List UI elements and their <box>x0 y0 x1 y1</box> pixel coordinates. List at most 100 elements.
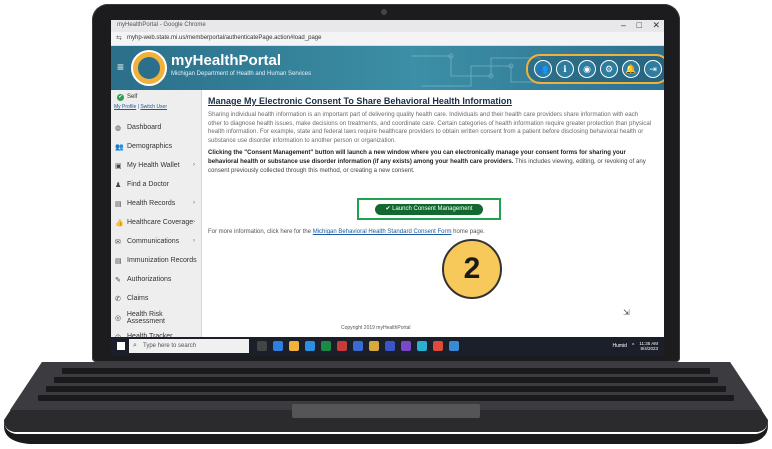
chevron-right-icon: › <box>193 219 195 225</box>
settings-icon[interactable]: ⚙ <box>600 60 618 78</box>
page-title: Manage My Electronic Consent To Share Be… <box>208 96 512 106</box>
sidebar-item-label: Health Records <box>127 200 176 207</box>
sidebar-item-communications[interactable]: ✉ Communications › <box>111 232 201 251</box>
my-profile-link[interactable]: My Profile <box>114 104 136 110</box>
sidebar-nav: ◍ Dashboard 👥 Demographics ▣ My Health Wallet… <box>111 118 201 346</box>
sidebar: ✔ Self My Profile | Switch User ◍ Dashboar… <box>111 90 202 341</box>
app-icon[interactable] <box>449 341 459 351</box>
browser-title-bar: myHealthPortal - Google Chrome – □ ✕ <box>111 20 664 32</box>
laptop-base <box>2 360 770 446</box>
taskbar-search[interactable]: ⌕ Type here to search <box>129 339 249 353</box>
file-explorer-icon[interactable] <box>369 341 379 351</box>
chevron-up-icon[interactable]: ^ <box>632 343 634 349</box>
menu-icon[interactable]: ≡ <box>117 60 124 74</box>
profile-links: My Profile | Switch User <box>114 104 167 110</box>
chevron-right-icon: › <box>193 162 195 168</box>
sidebar-item-label: Immunization Records <box>127 257 197 264</box>
sidebar-item-icon: ▣ <box>115 162 122 170</box>
sidebar-item-label: My Health Wallet <box>127 162 180 169</box>
people-icon[interactable]: 👥 <box>534 60 552 78</box>
sidebar-item-label: Health Risk Assessment <box>126 310 165 325</box>
sidebar-item-icon: ▤ <box>115 200 122 208</box>
close-button[interactable]: ✕ <box>652 20 660 30</box>
sidebar-item-authorizations[interactable]: ✎ Authorizations <box>111 270 201 289</box>
laptop-screen: myHealthPortal - Google Chrome – □ ✕ ⇆ m… <box>111 20 664 356</box>
globe-icon[interactable]: ◉ <box>578 60 596 78</box>
switch-user-link[interactable]: Switch User <box>140 104 167 110</box>
link-separator: | <box>137 104 139 110</box>
system-tray: Humid ^ 11:35 AM 8/4/2023 <box>613 341 659 351</box>
self-label: Self <box>127 94 138 100</box>
sidebar-item-health-risk-assessment[interactable]: ◎ Health Risk Assessment <box>111 308 201 327</box>
search-icon: ⌕ <box>133 342 137 349</box>
consent-form-link[interactable]: Michigan Behavioral Health Standard Cons… <box>313 229 452 235</box>
sidebar-item-label: Dashboard <box>127 124 162 131</box>
step-number-badge: 2 <box>442 239 502 299</box>
info-icon[interactable]: ℹ <box>556 60 574 78</box>
sidebar-item-label: Authorizations <box>127 276 172 283</box>
minimize-button[interactable]: – <box>621 20 626 30</box>
intro-paragraph: Sharing individual health information is… <box>208 111 652 144</box>
more-suffix: home page. <box>451 229 485 235</box>
sidebar-item-claims[interactable]: ✆ Claims <box>111 289 201 308</box>
sidebar-item-demographics[interactable]: 👥 Demographics <box>111 137 201 156</box>
edge-icon[interactable] <box>305 341 315 351</box>
windows-start-icon[interactable] <box>117 342 125 350</box>
app-icon[interactable] <box>401 341 411 351</box>
sidebar-item-my-health-wallet[interactable]: ▣ My Health Wallet › <box>111 156 201 175</box>
launch-consent-management-button[interactable]: ✔ Launch Consent Management <box>375 204 483 215</box>
sidebar-item-icon: ◎ <box>115 314 122 322</box>
chevron-right-icon: › <box>193 238 195 244</box>
clock[interactable]: 11:35 AM 8/4/2023 <box>639 341 658 351</box>
sidebar-item-icon: ◍ <box>115 124 122 132</box>
address-bar[interactable]: ⇆ myhp-web.state.mi.us/memberportal/auth… <box>111 32 664 46</box>
more-prefix: For more information, click here for the <box>208 229 313 235</box>
app-icon[interactable] <box>417 341 427 351</box>
current-user: ✔ Self <box>117 94 137 101</box>
sidebar-item-label: Healthcare Coverage <box>127 219 194 226</box>
sidebar-item-health-records[interactable]: ▤ Health Records › <box>111 194 201 213</box>
mouse-cursor-icon: ⇲ <box>623 308 630 317</box>
sidebar-item-label: Demographics <box>127 143 173 150</box>
copyright: Copyright 2019 myHealthPortal <box>341 325 411 331</box>
sidebar-item-label: Claims <box>127 295 149 302</box>
chrome-icon[interactable] <box>289 341 299 351</box>
sidebar-item-icon: ✆ <box>115 295 121 303</box>
logout-icon[interactable]: ⇥ <box>644 60 662 78</box>
app-icon[interactable] <box>385 341 395 351</box>
sidebar-item-icon: ♟ <box>115 181 122 189</box>
app-icon[interactable] <box>353 341 363 351</box>
taskbar-apps <box>257 341 459 351</box>
site-info-icon[interactable]: ⇆ <box>116 34 122 42</box>
sidebar-item-icon: ✎ <box>115 276 121 284</box>
sidebar-item-icon: ▤ <box>115 257 122 265</box>
chevron-right-icon: › <box>193 200 195 206</box>
maximize-button[interactable]: □ <box>637 20 642 30</box>
sidebar-item-icon: ✉ <box>115 238 121 246</box>
windows-taskbar: ⌕ Type here to search Humid ^ 11:35 AM 8/… <box>111 337 664 356</box>
sidebar-item-icon: 👥 <box>115 143 124 151</box>
weather-text[interactable]: Humid <box>613 343 627 349</box>
sidebar-item-icon: 👍 <box>115 219 124 227</box>
app-icon[interactable] <box>273 341 283 351</box>
taskbar-search-placeholder[interactable]: Type here to search <box>143 343 196 349</box>
sidebar-item-healthcare-coverage[interactable]: 👍 Healthcare Coverage › <box>111 213 201 232</box>
task-view-icon[interactable] <box>257 341 267 351</box>
sidebar-item-dashboard[interactable]: ◍ Dashboard <box>111 118 201 137</box>
app-icon[interactable] <box>321 341 331 351</box>
instruction-paragraph: Clicking the "Consent Management" button… <box>208 149 653 175</box>
circuit-decoration <box>411 53 541 87</box>
webcam <box>381 9 387 15</box>
app-icon[interactable] <box>433 341 443 351</box>
portal-logo <box>131 50 167 86</box>
brand-subtitle: Michigan Department of Health and Human … <box>171 71 312 77</box>
launch-highlight: ✔ Launch Consent Management <box>357 198 501 220</box>
app-icon[interactable] <box>337 341 347 351</box>
sidebar-item-find-a-doctor[interactable]: ♟ Find a Doctor <box>111 175 201 194</box>
bell-icon[interactable]: 🔔 <box>622 60 640 78</box>
window-title: myHealthPortal - Google Chrome <box>117 22 206 28</box>
url-text[interactable]: myhp-web.state.mi.us/memberportal/authen… <box>127 35 321 41</box>
sidebar-item-immunization-records[interactable]: ▤ Immunization Records <box>111 251 201 270</box>
portal-header: ≡ myHealthPortal Michigan Department of … <box>111 46 664 90</box>
sidebar-item-label: Find a Doctor <box>127 181 170 188</box>
